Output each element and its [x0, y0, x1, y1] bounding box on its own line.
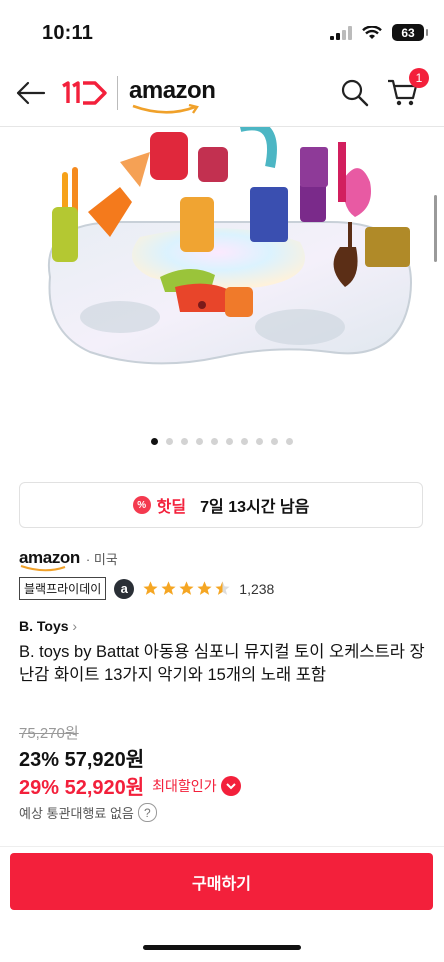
- original-price: 75,270원: [19, 725, 79, 742]
- brand-name: B. Toys: [19, 618, 69, 634]
- chevron-right-icon: ›: [72, 618, 78, 634]
- signal-icon: [330, 25, 352, 40]
- blackfriday-badge: 블랙프라이데이: [19, 577, 107, 600]
- hotdeal-label: 핫딜: [156, 499, 187, 516]
- carousel-dot[interactable]: [256, 438, 263, 445]
- star-icon: [143, 581, 158, 595]
- brand-link[interactable]: B. Toys ›: [19, 618, 77, 634]
- help-icon[interactable]: ?: [137, 803, 157, 822]
- home-indicator[interactable]: [143, 945, 301, 950]
- seller-smile-icon: [20, 565, 66, 572]
- hotdeal-remaining: 7일 13시간 남음: [200, 499, 310, 516]
- carousel-dot[interactable]: [151, 438, 158, 445]
- amazon-logo[interactable]: amazon: [129, 77, 216, 105]
- carousel-dot[interactable]: [166, 438, 173, 445]
- carousel-dot[interactable]: [286, 438, 293, 445]
- max-discount-price: 29% 52,920원: [19, 777, 145, 799]
- status-time: 10:11: [42, 22, 94, 44]
- hotdeal-fire-icon: %: [132, 496, 151, 514]
- battery-icon: 63: [392, 24, 428, 41]
- status-bar: 10:11 63: [0, 0, 444, 62]
- half-star-icon: [215, 581, 230, 595]
- carousel-dot[interactable]: [181, 438, 188, 445]
- top-nav: amazon: [0, 62, 444, 127]
- carousel-indicator[interactable]: [0, 438, 444, 445]
- tax-note-row: 예상 통관대행료 없음 ?: [19, 803, 157, 822]
- hotdeal-banner: % 핫딜 7일 13시간 남음: [19, 482, 423, 528]
- cart-count-badge: 1: [409, 68, 429, 88]
- star-icon: [161, 581, 176, 595]
- review-count[interactable]: 1,238: [239, 581, 274, 597]
- 11st-logo-icon[interactable]: [60, 80, 108, 106]
- buy-button[interactable]: 구매하기: [10, 853, 433, 910]
- max-discount-row[interactable]: 29% 52,920원 최대할인가: [19, 771, 241, 800]
- max-discount-label: 최대할인가: [152, 777, 217, 794]
- product-title: B. toys by Battat 아동용 심포니 뮤지컬 토이 오케스트라 장…: [19, 643, 425, 684]
- carousel-dot[interactable]: [271, 438, 278, 445]
- logo-divider: [117, 76, 118, 110]
- product-image[interactable]: [0, 127, 444, 427]
- back-arrow-icon[interactable]: [16, 80, 46, 106]
- status-icons: 63: [330, 24, 428, 41]
- page-scrollbar[interactable]: [434, 195, 437, 262]
- carousel-dot[interactable]: [211, 438, 218, 445]
- carousel-dot[interactable]: [241, 438, 248, 445]
- product-photo: [47, 127, 412, 365]
- discount-price: 23% 57,920원: [19, 749, 145, 771]
- badge-row: 블랙프라이데이 a 1,238: [19, 577, 274, 600]
- rating-stars: [142, 580, 231, 597]
- seller-country: · 미국: [85, 551, 118, 567]
- carousel-dot[interactable]: [196, 438, 203, 445]
- star-icon: [179, 581, 194, 595]
- chevron-down-icon[interactable]: [220, 775, 241, 796]
- amazon-smile-icon: [132, 104, 199, 114]
- star-icon: [197, 581, 212, 595]
- search-icon[interactable]: [340, 78, 370, 108]
- amazon-a-icon: a: [114, 578, 135, 599]
- tax-note: 예상 통관대행료 없음: [19, 806, 134, 821]
- wifi-icon: [362, 25, 382, 39]
- carousel-dot[interactable]: [226, 438, 233, 445]
